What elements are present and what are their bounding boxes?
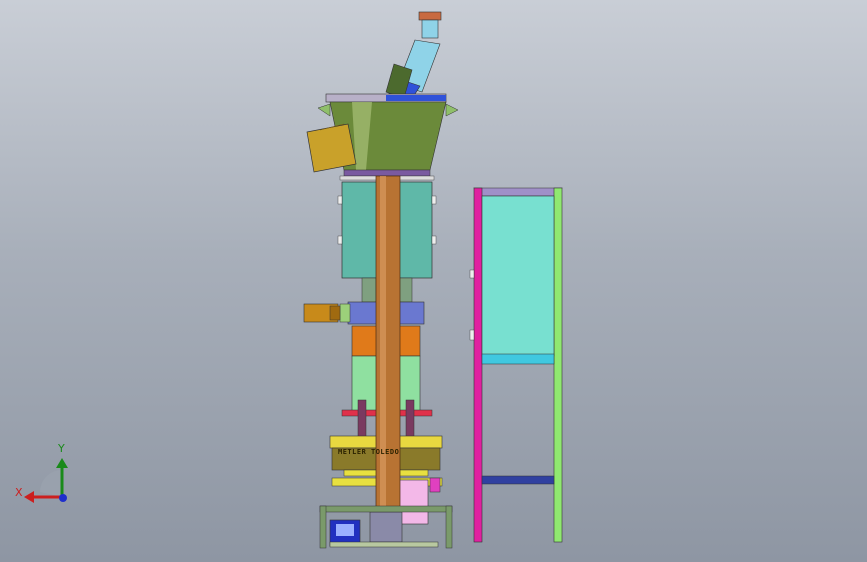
valve-assembly[interactable]: [303, 277, 425, 325]
inlet-pipe[interactable]: [383, 11, 442, 105]
axis-triad: [24, 458, 68, 503]
nameplate-text: METLER TOLEDO: [338, 448, 400, 456]
drive-box[interactable]: [306, 123, 357, 173]
y-axis-label: Y: [58, 442, 65, 455]
cad-viewport[interactable]: METLER TOLEDO X Y: [0, 0, 867, 562]
model-canvas[interactable]: [0, 0, 867, 562]
side-frame[interactable]: [469, 187, 563, 543]
x-axis-label: X: [15, 486, 23, 499]
